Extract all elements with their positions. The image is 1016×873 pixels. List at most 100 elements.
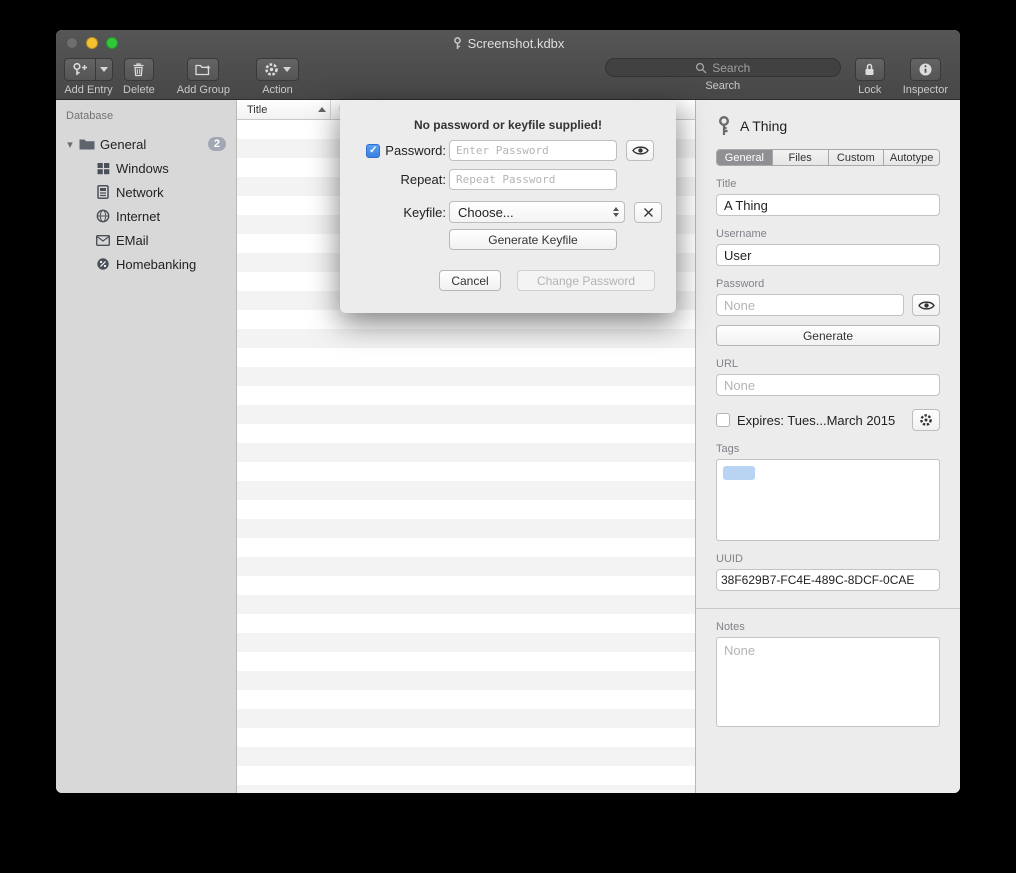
sidebar-item-homebanking[interactable]: Homebanking (56, 252, 236, 276)
column-header-title[interactable]: Title (237, 104, 330, 116)
search-input[interactable]: Search (605, 58, 841, 77)
lock-icon (863, 62, 876, 77)
tag-token[interactable] (723, 466, 755, 480)
inspector-tabs: General Files Custom Autotype (716, 149, 940, 166)
entry-count-badge: 2 (208, 137, 226, 151)
globe-icon (94, 209, 112, 223)
titlebar[interactable]: Screenshot.kdbx (56, 30, 960, 56)
window-title: Screenshot.kdbx (452, 36, 565, 51)
expires-row: Expires: Tues...March 2015 (716, 409, 940, 431)
tab-files[interactable]: Files (773, 150, 829, 165)
keyfile-select[interactable]: Choose... (449, 201, 625, 223)
inspector-panel: A Thing General Files Custom Autotype Ti… (695, 100, 960, 793)
inspector-header: A Thing (716, 114, 940, 138)
group-label: Windows (116, 161, 169, 176)
cancel-button[interactable]: Cancel (439, 270, 501, 291)
action-button[interactable] (256, 58, 299, 81)
inspector-button[interactable] (910, 58, 941, 81)
search-label: Search (705, 80, 740, 92)
generate-keyfile-button[interactable]: Generate Keyfile (449, 229, 617, 250)
keyfile-row: Keyfile: Choose... (340, 201, 676, 223)
minimize-button[interactable] (86, 37, 98, 49)
tags-label: Tags (716, 443, 940, 455)
delete-label: Delete (123, 84, 155, 96)
chevron-down-icon (283, 67, 291, 72)
group-label: Internet (116, 209, 160, 224)
close-button[interactable] (66, 37, 78, 49)
dialog-buttons: Cancel Change Password (340, 270, 676, 291)
url-label: URL (716, 358, 940, 370)
expires-settings-button[interactable] (912, 409, 940, 431)
uuid-field[interactable] (716, 569, 940, 591)
lock-item: Lock (855, 58, 885, 96)
lock-button[interactable] (855, 58, 885, 81)
notes-label: Notes (716, 621, 940, 633)
gear-icon (264, 62, 279, 77)
divider (696, 608, 960, 609)
tab-autotype[interactable]: Autotype (884, 150, 939, 165)
title-label: Title (716, 178, 940, 190)
info-icon (918, 62, 933, 77)
tab-general[interactable]: General (717, 150, 773, 165)
username-label: Username (716, 228, 940, 240)
username-field[interactable] (716, 244, 940, 266)
expires-checkbox[interactable] (716, 413, 730, 427)
use-password-checkbox[interactable]: ✓ (366, 144, 380, 158)
sidebar-item-internet[interactable]: Internet (56, 204, 236, 228)
disclosure-triangle-icon[interactable]: ▾ (62, 138, 78, 151)
password-label: Password: (385, 143, 446, 158)
chevron-down-icon (100, 67, 108, 72)
sidebar-item-network[interactable]: Network (56, 180, 236, 204)
percent-coin-icon (94, 257, 112, 271)
search-icon (695, 62, 707, 74)
password-field[interactable] (716, 294, 904, 316)
sidebar-item-email[interactable]: EMail (56, 228, 236, 252)
change-password-button[interactable]: Change Password (517, 270, 655, 291)
add-group-label: Add Group (177, 84, 230, 96)
add-entry-item: Add Entry (64, 58, 113, 96)
password-input[interactable] (449, 140, 617, 161)
inspector-item: Inspector (903, 58, 948, 96)
add-entry-button[interactable] (64, 58, 96, 81)
window-chrome: Screenshot.kdbx Add Entry (56, 30, 960, 100)
expires-label: Expires: Tues...March 2015 (737, 413, 895, 428)
entry-title: A Thing (740, 118, 787, 134)
reveal-password-button[interactable] (912, 294, 940, 316)
eye-icon (632, 145, 649, 156)
clear-keyfile-button[interactable] (634, 202, 662, 223)
notes-field[interactable] (716, 637, 940, 727)
add-group-item: Add Group (177, 58, 230, 96)
repeat-row: Repeat: (340, 169, 676, 190)
zoom-button[interactable] (106, 37, 118, 49)
trash-icon (132, 62, 145, 77)
tab-custom[interactable]: Custom (829, 150, 885, 165)
add-entry-label: Add Entry (64, 84, 112, 96)
sort-ascending-icon (318, 107, 326, 112)
uuid-label: UUID (716, 553, 940, 565)
app-window: Screenshot.kdbx Add Entry (56, 30, 960, 793)
group-label: EMail (116, 233, 149, 248)
repeat-input[interactable] (449, 169, 617, 190)
dialog-message: No password or keyfile supplied! (340, 118, 676, 132)
generate-password-button[interactable]: Generate (716, 325, 940, 346)
add-entry-dropdown-button[interactable] (96, 58, 113, 81)
url-field[interactable] (716, 374, 940, 396)
eye-icon (918, 300, 935, 311)
sidebar-item-general[interactable]: ▾ General 2 (56, 132, 236, 156)
delete-button[interactable] (124, 58, 154, 81)
tags-field[interactable] (716, 459, 940, 541)
title-field[interactable] (716, 194, 940, 216)
key-icon (452, 37, 463, 50)
gear-icon (919, 413, 933, 427)
password-label: Password (716, 278, 940, 290)
reveal-password-button[interactable] (626, 140, 654, 161)
envelope-icon (94, 235, 112, 246)
add-group-button[interactable] (187, 58, 219, 81)
group-label: General (100, 137, 146, 152)
sidebar-item-windows[interactable]: Windows (56, 156, 236, 180)
group-label: Homebanking (116, 257, 196, 272)
group-label: Network (116, 185, 164, 200)
password-row: ✓ Password: (340, 140, 676, 161)
sidebar-header: Database (56, 100, 236, 122)
windows-icon (94, 162, 112, 175)
